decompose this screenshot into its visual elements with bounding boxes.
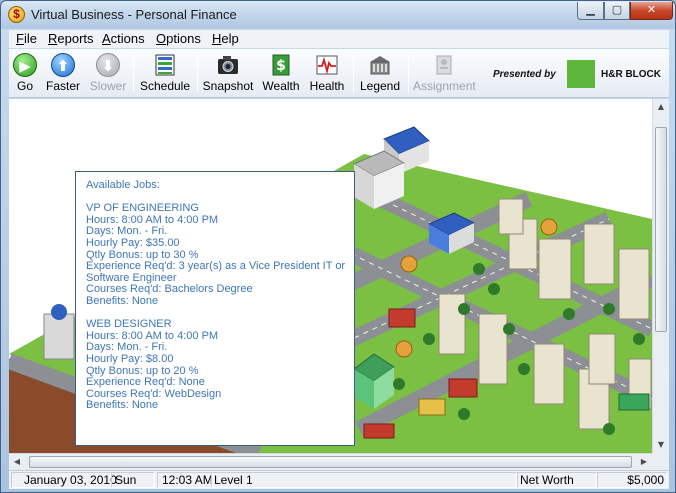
schedule-icon bbox=[155, 54, 175, 76]
play-icon: ▶ bbox=[13, 53, 37, 77]
toolbar-separator bbox=[197, 53, 198, 93]
job-title: WEB DESIGNER bbox=[86, 318, 172, 331]
pizza-sign-icon bbox=[400, 255, 418, 273]
menu-reports-label: eports bbox=[57, 31, 94, 46]
menu-file-mnemonic: F bbox=[16, 31, 24, 46]
minimize-icon: ▁ bbox=[586, 3, 595, 16]
available-jobs-panel: Available Jobs: VP OF ENGINEERING Hours:… bbox=[75, 171, 355, 446]
job-experience: Experience Req'd: 3 year(s) as a Vice Pr… bbox=[86, 260, 346, 273]
jobs-heading: Available Jobs: bbox=[86, 179, 160, 191]
minimize-button[interactable]: ▁ bbox=[577, 2, 604, 20]
menu-options[interactable]: Options bbox=[156, 31, 201, 46]
faster-button[interactable]: ⬆ Faster bbox=[43, 49, 83, 98]
snapshot-label: Snapshot bbox=[202, 79, 254, 93]
legend-label: Legend bbox=[359, 79, 401, 93]
status-bar: January 03, 2010 Sun 12:03 AM Level 1 Ne… bbox=[9, 470, 669, 489]
sponsor-name: H&R BLOCK bbox=[601, 69, 661, 80]
menu-file-label: ile bbox=[23, 31, 37, 46]
menu-reports-mnemonic: R bbox=[48, 31, 58, 46]
wealth-button[interactable]: $ Wealth bbox=[261, 49, 301, 98]
assignment-button[interactable]: Assignment bbox=[413, 49, 476, 98]
menu-bar: File Reports Actions Options Help bbox=[9, 30, 669, 48]
maximize-button[interactable]: ▢ bbox=[604, 2, 630, 20]
dollar-doc-icon: $ bbox=[272, 54, 290, 76]
menu-help[interactable]: Help bbox=[212, 31, 239, 46]
up-arrow-icon: ⬆ bbox=[51, 53, 75, 77]
dollar-coin-icon[interactable]: $ bbox=[8, 6, 25, 23]
menu-file[interactable]: File bbox=[16, 31, 37, 46]
heart-monitor-icon bbox=[316, 55, 338, 75]
status-level: Level 1 bbox=[211, 472, 517, 488]
camera-icon bbox=[218, 56, 238, 74]
snapshot-button[interactable]: Snapshot bbox=[201, 49, 255, 98]
job-pay: Hourly Pay: $35.00 bbox=[86, 236, 180, 249]
down-arrow-icon: ⬇ bbox=[96, 53, 120, 77]
toolbar-separator bbox=[353, 53, 354, 93]
net-worth-value: $5,000 bbox=[597, 472, 667, 488]
menu-help-label: elp bbox=[221, 31, 239, 46]
job-pay: Hourly Pay: $8.00 bbox=[86, 352, 174, 365]
app-window: $ Virtual Business - Personal Finance ▁ … bbox=[0, 0, 676, 493]
title-bar: $ Virtual Business - Personal Finance ▁ … bbox=[1, 1, 675, 29]
assignment-label: Assignment bbox=[413, 79, 476, 93]
scroll-down-icon[interactable]: ▼ bbox=[653, 437, 669, 453]
wealth-label: Wealth bbox=[262, 79, 300, 93]
svg-text:$: $ bbox=[276, 58, 286, 74]
scrollbar-corner bbox=[652, 453, 669, 470]
scroll-right-icon[interactable]: ▶ bbox=[636, 454, 652, 470]
menu-reports[interactable]: Reports bbox=[48, 31, 94, 46]
schedule-label: Schedule bbox=[139, 79, 191, 93]
menu-actions-label: ctions bbox=[110, 31, 145, 46]
menu-options-mnemonic: O bbox=[156, 31, 167, 46]
menu-actions-mnemonic: A bbox=[102, 31, 111, 46]
window-title: Virtual Business - Personal Finance bbox=[31, 7, 237, 22]
faster-label: Faster bbox=[45, 79, 80, 93]
net-worth-label: Net Worth bbox=[517, 472, 597, 488]
close-icon: ✕ bbox=[646, 3, 657, 16]
menu-help-mnemonic: H bbox=[212, 31, 222, 46]
health-button[interactable]: Health bbox=[307, 49, 347, 98]
hr-block-logo-icon bbox=[567, 60, 595, 88]
pizza-sign-icon bbox=[395, 340, 413, 358]
horizontal-scroll-thumb[interactable] bbox=[29, 456, 632, 468]
vertical-scrollbar[interactable]: ▲ ▼ bbox=[652, 99, 669, 453]
menu-actions[interactable]: Actions bbox=[102, 31, 145, 46]
scroll-left-icon[interactable]: ◀ bbox=[9, 454, 25, 470]
close-button[interactable]: ✕ bbox=[630, 2, 673, 20]
presented-by-label: Presented by bbox=[493, 69, 556, 80]
menu-options-label: ptions bbox=[166, 31, 201, 46]
toolbar: ▶ Go ⬆ Faster ⬇ Slower Schedule Snapshot… bbox=[9, 49, 669, 98]
job-benefits: Benefits: None bbox=[86, 294, 159, 307]
health-label: Health bbox=[309, 79, 345, 93]
status-day: Sun bbox=[111, 472, 155, 488]
slower-label: Slower bbox=[89, 79, 127, 93]
toolbar-separator bbox=[408, 53, 409, 93]
slower-button[interactable]: ⬇ Slower bbox=[88, 49, 128, 98]
horizontal-scrollbar[interactable]: ◀ ▶ bbox=[9, 453, 652, 470]
building-icon bbox=[370, 56, 390, 75]
status-time: 12:03 AM bbox=[157, 472, 213, 488]
job-experience: Experience Req'd: None bbox=[86, 376, 205, 389]
go-label: Go bbox=[16, 79, 33, 93]
assignment-icon bbox=[436, 55, 452, 75]
vertical-scroll-thumb[interactable] bbox=[655, 127, 667, 332]
job-benefits: Benefits: None bbox=[86, 399, 159, 412]
legend-button[interactable]: Legend bbox=[357, 49, 403, 98]
status-date: January 03, 2010 bbox=[11, 472, 117, 488]
schedule-button[interactable]: Schedule bbox=[137, 49, 193, 98]
pizza-sign-icon bbox=[540, 218, 558, 236]
go-button[interactable]: ▶ Go bbox=[9, 49, 41, 98]
toolbar-separator bbox=[133, 53, 134, 93]
scroll-up-icon[interactable]: ▲ bbox=[653, 99, 669, 115]
maximize-icon: ▢ bbox=[611, 3, 623, 16]
